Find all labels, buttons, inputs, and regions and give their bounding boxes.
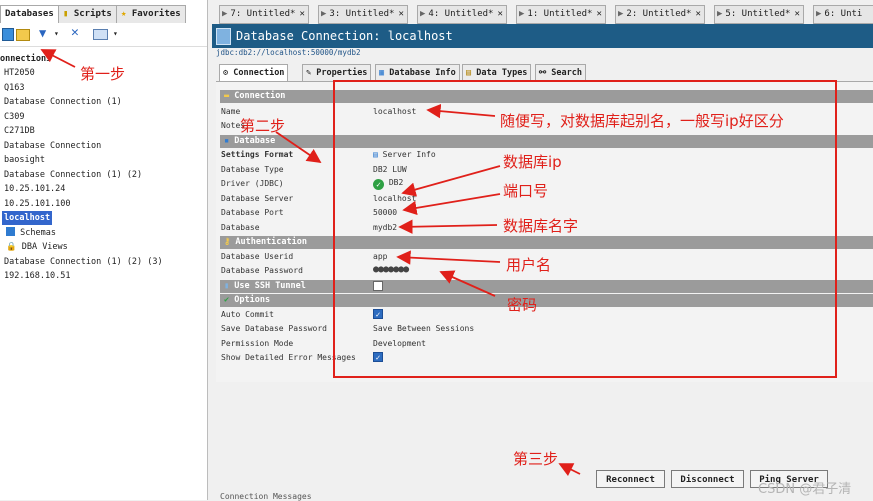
annotation-port: 端口号: [503, 182, 549, 200]
annotation-step1: 第一步: [80, 65, 126, 83]
arrow-name: [426, 103, 496, 119]
annotation-step3: 第三步: [513, 450, 559, 468]
annotation-name: 随便写，对数据库起别名，一般写ip好区分: [500, 112, 784, 130]
arrow-password: [439, 270, 496, 297]
arrow-step1: [40, 49, 76, 68]
arrow-dbname: [398, 219, 498, 234]
annotation-user: 用户名: [506, 256, 552, 274]
annotation-arrows: [40, 49, 581, 477]
arrow-port: [402, 193, 501, 216]
annotation-password: 密码: [507, 296, 538, 314]
reconnect-button[interactable]: Reconnect: [596, 470, 665, 488]
annotation-step2: 第二步: [240, 117, 286, 135]
arrow-step3: [558, 463, 581, 477]
annotation-dbname: 数据库名字: [503, 217, 579, 235]
arrow-ip: [401, 165, 501, 197]
annotation-ip: 数据库ip: [503, 153, 562, 171]
arrow-user: [396, 250, 501, 265]
arrow-step2: [275, 131, 322, 164]
watermark: CSDN @君子清: [758, 482, 852, 497]
disconnect-button[interactable]: Disconnect: [671, 470, 744, 488]
